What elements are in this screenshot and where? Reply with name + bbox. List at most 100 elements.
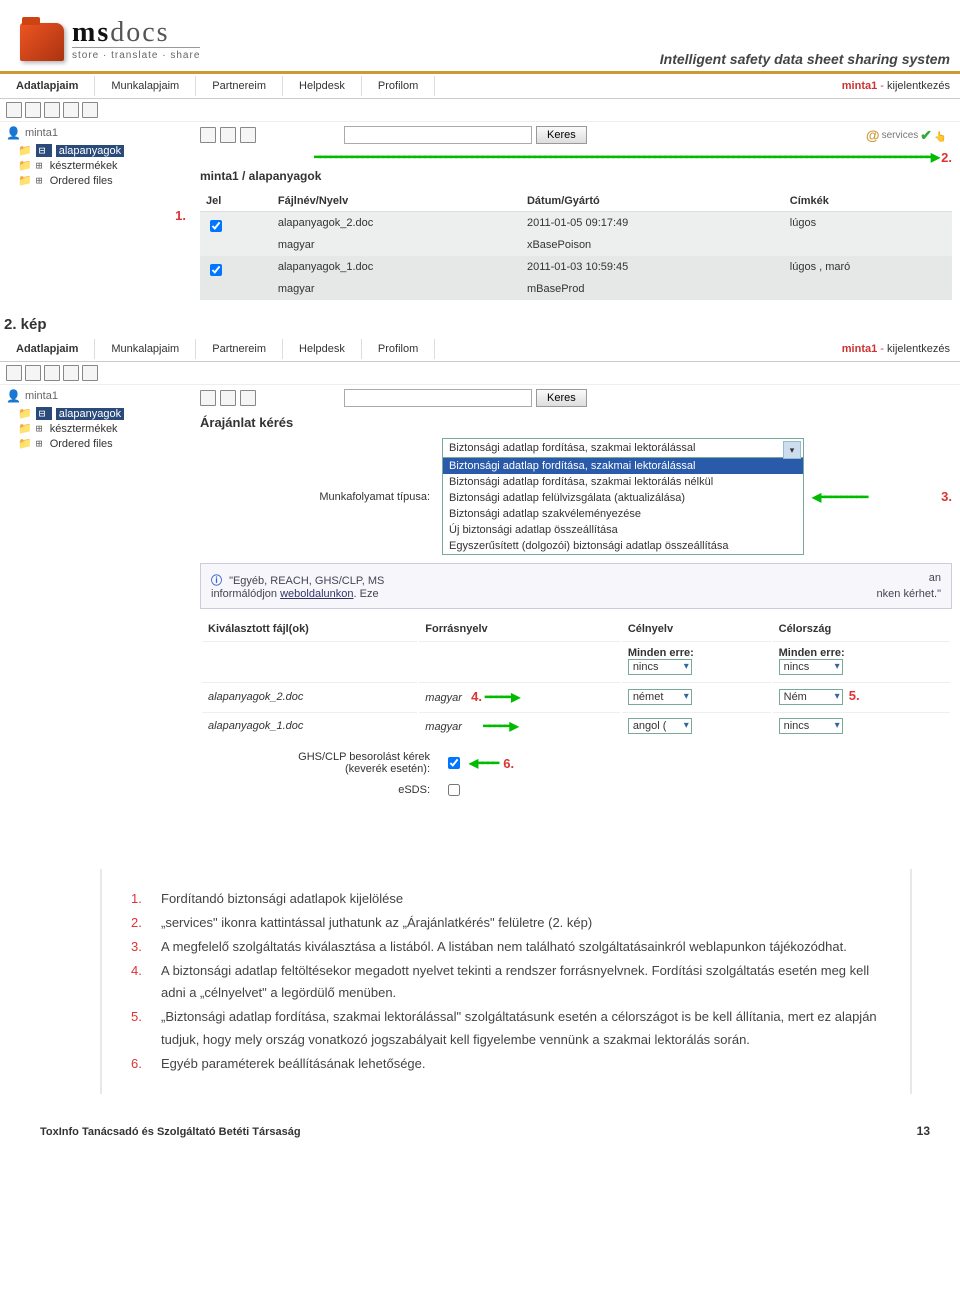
search-button[interactable]: Keres — [536, 126, 587, 144]
workflow-row: Munkafolyamat típusa: Biztonsági adatlap… — [200, 438, 952, 555]
expand-all-icon[interactable] — [6, 102, 22, 118]
refresh-icon[interactable] — [82, 365, 98, 381]
logo-subtitle: store · translate · share — [72, 47, 200, 61]
dropdown-option[interactable]: Biztonsági adatlap fordítása, szakmai le… — [443, 458, 803, 474]
file-table: Jel Fájlnév/Nyelv Dátum/Gyártó Címkék al… — [200, 191, 952, 300]
content-area-1: minta1 ⊟alapanyagok ⊞késztermékek ⊞Order… — [0, 122, 960, 304]
doc2-icon[interactable] — [220, 390, 236, 406]
ghs-checkbox[interactable] — [448, 757, 460, 769]
logo-folder-icon — [20, 23, 64, 61]
refresh-icon[interactable] — [82, 102, 98, 118]
tree-item-ordered[interactable]: ⊞Ordered files — [6, 436, 186, 451]
dropdown-option[interactable]: Új biztonsági adatlap összeállítása — [443, 522, 803, 538]
logout-link[interactable]: kijelentkezés — [887, 343, 950, 355]
collapse-all-icon[interactable] — [25, 102, 41, 118]
tree-item-ordered[interactable]: ⊞Ordered files — [6, 173, 186, 188]
tab-partnereim[interactable]: Partnereim — [196, 76, 283, 96]
inst-num: 4. — [131, 963, 142, 978]
info-icon: ⓘ — [211, 575, 222, 587]
tree-item-alapanyagok[interactable]: ⊟alapanyagok — [6, 143, 186, 158]
tab-partnereim[interactable]: Partnereim — [196, 339, 283, 359]
doc-icon[interactable] — [200, 390, 216, 406]
expand-all-icon[interactable] — [6, 365, 22, 381]
arrow-4b: ━━━━━▶ — [483, 719, 516, 733]
inst-num: 5. — [131, 1009, 142, 1024]
dropdown-option[interactable]: Biztonsági adatlap szakvéleményezése — [443, 506, 803, 522]
arrow-2: ━━━━━━━━━━━━━━━━━━━━━━━━━━━━━━━━━━━━━━━━… — [314, 150, 938, 165]
tab-helpdesk[interactable]: Helpdesk — [283, 339, 362, 359]
new-folder-icon[interactable] — [44, 365, 60, 381]
tree-item-kesztermekek[interactable]: ⊞késztermékek — [6, 158, 186, 173]
copy-icon[interactable] — [63, 365, 79, 381]
doc2-icon[interactable] — [220, 127, 236, 143]
dropdown-option[interactable]: Biztonsági adatlap fordítása, szakmai le… — [443, 474, 803, 490]
services-check-icon: ✔ — [920, 127, 932, 144]
doc-icon[interactable] — [200, 127, 216, 143]
tab-munkalapjaim[interactable]: Munkalapjaim — [95, 339, 196, 359]
tagline: Intelligent safety data sheet sharing sy… — [660, 51, 950, 67]
services-link[interactable]: services✔ 👆 — [866, 126, 952, 144]
logout-link[interactable]: kijelentkezés — [887, 80, 950, 92]
search-button[interactable]: Keres — [536, 389, 587, 407]
inst-num: 1. — [131, 891, 142, 906]
breadcrumb: minta1 / alapanyagok — [200, 169, 952, 183]
esds-checkbox[interactable] — [448, 784, 460, 796]
inst-num: 6. — [131, 1056, 142, 1071]
tabbar-2: Adatlapjaim Munkalapjaim Partnereim Help… — [0, 337, 960, 362]
col-jel: Jel — [200, 191, 272, 212]
tab-profilom[interactable]: Profilom — [362, 76, 435, 96]
user-info: minta1 - kijelentkezés — [832, 80, 960, 92]
reload-icon[interactable] — [240, 390, 256, 406]
weboldalunkon-link[interactable]: weboldalunkon — [280, 588, 353, 600]
all-country-select[interactable]: nincs — [779, 659, 843, 675]
dropdown-option[interactable]: Egyszerűsített (dolgozói) biztonsági ada… — [443, 538, 803, 554]
tab-adatlapjaim[interactable]: Adatlapjaim — [0, 76, 95, 96]
tab-adatlapjaim[interactable]: Adatlapjaim — [0, 339, 95, 359]
cursor-icon: 👆 — [934, 132, 952, 150]
col-src: Forrásnyelv — [419, 619, 620, 639]
tab-munkalapjaim[interactable]: Munkalapjaim — [95, 76, 196, 96]
row-checkbox[interactable] — [210, 220, 222, 232]
instruction-text: A megfelelő szolgáltatás kiválasztása a … — [160, 935, 882, 959]
all-target-select[interactable]: nincs — [628, 659, 692, 675]
files-config-table: Kiválasztott fájl(ok) Forrásnyelv Célnye… — [200, 617, 952, 741]
tab-helpdesk[interactable]: Helpdesk — [283, 76, 362, 96]
col-file: Fájlnév/Nyelv — [272, 191, 521, 212]
instruction-text: Egyéb paraméterek beállításának lehetősé… — [160, 1052, 882, 1076]
search-input[interactable] — [344, 126, 532, 144]
callout-5: 5. — [849, 688, 860, 703]
target-country-select[interactable]: Ném — [779, 689, 843, 705]
quote-panel: Keres Árajánlat kérés Munkafolyamat típu… — [192, 385, 960, 809]
content-area-2: minta1 ⊟alapanyagok ⊞késztermékek ⊞Order… — [0, 385, 960, 809]
copy-icon[interactable] — [63, 102, 79, 118]
target-lang-select[interactable]: angol ( — [628, 718, 692, 734]
new-folder-icon[interactable] — [44, 102, 60, 118]
workflow-dropdown[interactable]: Biztonsági adatlap fordítása, szakmai le… — [442, 438, 804, 458]
info-box: ⓘ "Egyéb, REACH, GHS/CLP, MS an informál… — [200, 563, 952, 609]
tree-item-kesztermekek[interactable]: ⊞késztermékek — [6, 421, 186, 436]
table-row: alapanyagok_2.doc 2011-01-05 09:17:49 lú… — [200, 212, 952, 235]
target-lang-select[interactable]: német — [628, 689, 692, 705]
search-input[interactable] — [344, 389, 532, 407]
tab-profilom[interactable]: Profilom — [362, 339, 435, 359]
target-country-select[interactable]: nincs — [779, 718, 843, 734]
table-row: alapanyagok_1.doc 2011-01-03 10:59:45 lú… — [200, 256, 952, 278]
arrow-6: ◀━━━━ — [469, 756, 497, 770]
col-tags: Címkék — [784, 191, 952, 212]
tree-item-alapanyagok[interactable]: ⊟alapanyagok — [6, 406, 186, 421]
dropdown-option[interactable]: Biztonsági adatlap felülvizsgálata (aktu… — [443, 490, 803, 506]
page-footer: ToxInfo Tanácsadó és Szolgáltató Betéti … — [0, 1114, 960, 1150]
dropdown-arrow-icon[interactable]: ▾ — [783, 441, 801, 459]
file-config-row: alapanyagok_2.doc magyar 4. ━━━━━▶ német… — [202, 682, 950, 710]
row-checkbox[interactable] — [210, 264, 222, 276]
arrow-3: ◀━━━━━━━━━ — [812, 490, 866, 504]
callout-3: 3. — [941, 489, 952, 504]
callout-2: 2. — [941, 150, 952, 165]
reload-icon[interactable] — [240, 127, 256, 143]
main-panel-1: Keres services✔ 👆 ━━━━━━━━━━━━━━━━━━━━━━… — [192, 122, 960, 304]
instruction-text: „services" ikonra kattintással juthatunk… — [160, 911, 882, 935]
collapse-all-icon[interactable] — [25, 365, 41, 381]
col-tgt: Célnyelv — [622, 619, 771, 639]
figure-caption: 2. kép — [4, 316, 960, 333]
table-row: magyar mBaseProd — [200, 278, 952, 300]
